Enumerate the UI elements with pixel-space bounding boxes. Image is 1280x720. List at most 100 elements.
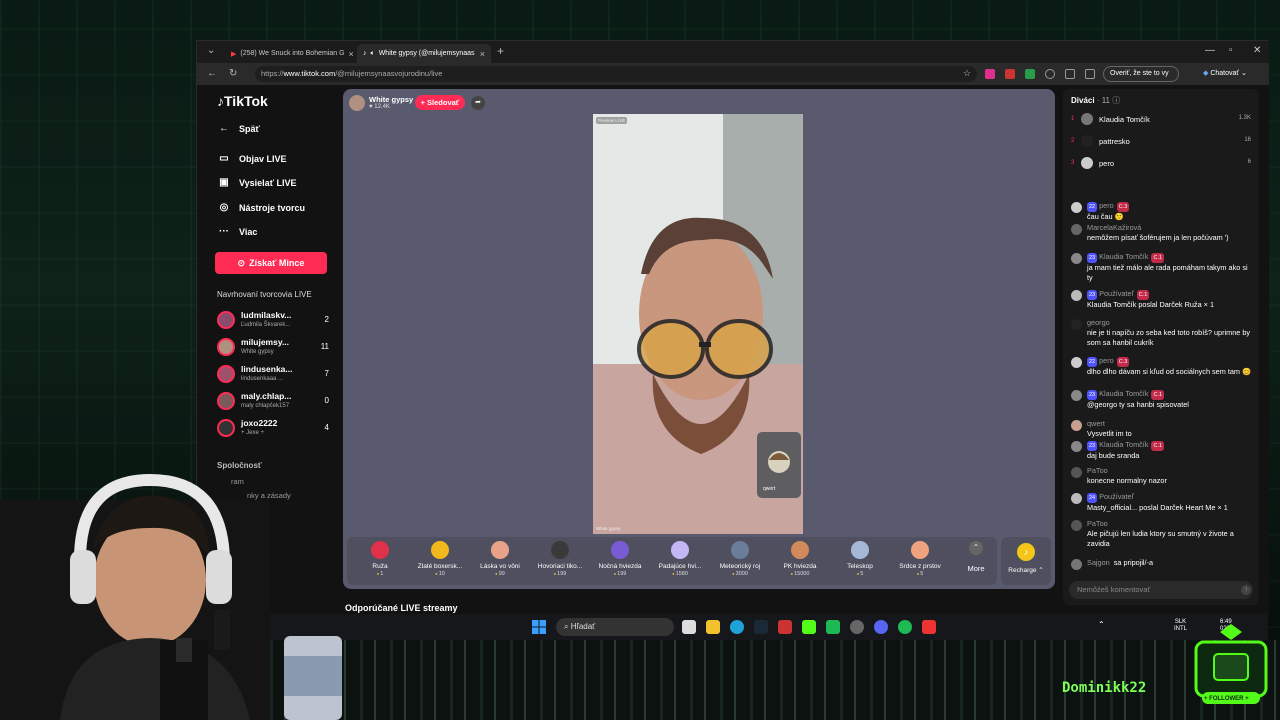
chat-username[interactable]: georgo	[1087, 318, 1110, 327]
app-icon[interactable]	[778, 620, 792, 634]
avatar[interactable]	[1071, 224, 1082, 235]
kick-icon[interactable]	[802, 620, 816, 634]
back-link[interactable]: ← Späť	[217, 123, 260, 134]
chat-username[interactable]: Používateľ	[1099, 289, 1134, 298]
suggested-creator[interactable]: lindusenka... lindusenkaaa ... 7	[217, 363, 329, 387]
url-field[interactable]: https://www.tiktok.com/@milujemsynaasvoj…	[255, 66, 977, 82]
chat-username[interactable]: pero	[1099, 356, 1114, 365]
language-indicator[interactable]: SLK INTL	[1174, 619, 1187, 633]
send-icon[interactable]: ↑	[1241, 585, 1251, 595]
gift-item[interactable]: Nočná hviezda199	[591, 541, 649, 583]
extension-icon[interactable]	[1005, 69, 1015, 79]
chat-username[interactable]: PaToo	[1087, 466, 1108, 475]
app-icon[interactable]	[826, 620, 840, 634]
extensions-icon[interactable]	[1065, 69, 1075, 79]
avatar[interactable]	[1071, 441, 1082, 452]
edge-icon[interactable]	[730, 620, 744, 634]
extension-icon[interactable]	[1025, 69, 1035, 79]
sidebar-item-discover-live[interactable]: ▭ Objav LIVE	[217, 153, 286, 164]
live-video[interactable]: Preview LIVE White gypsy qwert	[593, 114, 803, 534]
gift-item[interactable]: Teleskop5	[831, 541, 889, 583]
recharge-button[interactable]: ♪ Recharge ⌃	[1001, 537, 1051, 585]
avatar[interactable]	[1071, 319, 1082, 330]
get-coins-button[interactable]: ⊙ Získať Mince	[215, 252, 327, 274]
gift-item[interactable]: Srdce z prstov5	[891, 541, 949, 583]
windows-start-icon[interactable]	[532, 620, 546, 634]
maximize-button[interactable]: ▫	[1229, 45, 1233, 56]
copilot-chat-button[interactable]: ◆ Chatovať ⌄	[1203, 66, 1247, 77]
profile-verify-button[interactable]: Overiť, že ste to vy	[1103, 66, 1179, 82]
tiktok-logo[interactable]: ♪TikTok	[217, 93, 268, 109]
chat-username[interactable]: pero	[1099, 201, 1114, 210]
share-icon[interactable]: ➦	[471, 96, 485, 110]
sidebar-item-more[interactable]: ··· Viac	[217, 226, 257, 237]
chat-username[interactable]: qwert	[1087, 419, 1105, 428]
follow-button[interactable]: + Sledovať	[415, 95, 465, 110]
chat-username[interactable]: Sajgon	[1087, 558, 1110, 567]
suggested-creator[interactable]: maly.chlap... maly chlapček157 0	[217, 390, 329, 414]
guest-pip[interactable]: qwert	[757, 432, 801, 498]
sidebar-item-creator-tools[interactable]: ◎ Nástroje tvorcu	[217, 202, 305, 213]
gift-item[interactable]: Zlaté boxersk...10	[411, 541, 469, 583]
back-arrow-icon[interactable]: ←	[207, 68, 217, 79]
favorites-icon[interactable]	[1085, 69, 1095, 79]
avatar[interactable]	[1071, 520, 1082, 531]
taskbar-search[interactable]: ⌕ Hľadať	[556, 618, 674, 636]
top-viewer[interactable]: 2 pattresko 16	[1071, 135, 1251, 151]
close-icon[interactable]: ×	[349, 49, 353, 59]
chat-message: 22 pero C.3 dlho dlho dávam si kľud od soci…	[1071, 356, 1255, 377]
sidebar-item-go-live[interactable]: ▣ Vysielať LIVE	[217, 177, 296, 188]
obs-icon[interactable]	[850, 620, 864, 634]
steam-icon[interactable]	[754, 620, 768, 634]
extension-shield-icon[interactable]	[985, 69, 995, 79]
chat-username[interactable]: Používateľ	[1099, 492, 1134, 501]
chat-username[interactable]: Klaudia Tomčík	[1099, 389, 1148, 398]
gift-item[interactable]: Meteorický roj3000	[711, 541, 769, 583]
minimize-button[interactable]: —	[1205, 45, 1215, 56]
gift-item[interactable]: Padajúce hvi...1580	[651, 541, 709, 583]
avatar[interactable]	[1071, 202, 1082, 213]
file-explorer-icon[interactable]	[706, 620, 720, 634]
top-viewer[interactable]: 1 Klaudia Tomčík 1.3K	[1071, 113, 1251, 129]
suggested-creator[interactable]: milujemsy... White gypsy 11	[217, 336, 329, 360]
avatar[interactable]	[1071, 559, 1082, 570]
star-icon[interactable]: ☆	[963, 68, 971, 79]
avatar[interactable]	[1071, 253, 1082, 264]
avatar[interactable]	[1071, 493, 1082, 504]
chat-username[interactable]: Klaudia Tomčík	[1099, 252, 1148, 261]
close-icon[interactable]: ×	[480, 49, 485, 59]
host-avatar[interactable]	[349, 95, 365, 111]
new-tab-button[interactable]: +	[497, 44, 504, 58]
extension-icon[interactable]	[1045, 69, 1055, 79]
suggested-creator[interactable]: ludmilaskv... Ľudmila Škvarek... 2	[217, 309, 329, 333]
chat-username[interactable]: MarcelaKažirová	[1087, 223, 1141, 232]
more-icon: ···	[219, 226, 229, 237]
top-viewer[interactable]: 3 pero 6	[1071, 157, 1251, 173]
task-view-icon[interactable]	[682, 620, 696, 634]
app-icon[interactable]	[922, 620, 936, 634]
gift-item[interactable]: Láska vo vôni99	[471, 541, 529, 583]
spotify-icon[interactable]	[898, 620, 912, 634]
avatar[interactable]	[1071, 390, 1082, 401]
discord-icon[interactable]	[874, 620, 888, 634]
avatar[interactable]	[1071, 467, 1082, 478]
more-gifts-button[interactable]: ⌃ More	[961, 541, 991, 573]
avatar[interactable]	[1071, 357, 1082, 368]
avatar[interactable]	[1071, 420, 1082, 431]
speaker-icon[interactable]: 🔈︎	[371, 50, 375, 58]
suggested-creator[interactable]: joxo2222 + Jexe + 4	[217, 417, 329, 441]
chat-username[interactable]: PaToo	[1087, 519, 1108, 528]
gift-item[interactable]: PK hviezda15000	[771, 541, 829, 583]
gift-item[interactable]: Ruža1	[351, 541, 409, 583]
reload-icon[interactable]: ↻	[229, 68, 237, 79]
close-window-button[interactable]: ✕	[1253, 45, 1261, 56]
tab-youtube[interactable]: ▶ (258) We Snuck into Bohemian G ×	[225, 44, 353, 63]
avatar[interactable]	[1071, 290, 1082, 301]
tab-tiktok[interactable]: ♪ 🔈︎ White gypsy (@milujemsynaas ×	[357, 44, 491, 63]
tray-chevron-icon[interactable]: ⌃	[1098, 620, 1108, 634]
host-name[interactable]: White gypsy	[369, 95, 413, 104]
chat-username[interactable]: Klaudia Tomčík	[1099, 440, 1148, 449]
comment-input[interactable]: Nemôžeš komentovať	[1069, 581, 1253, 599]
tab-menu-icon[interactable]: ⌄	[207, 45, 215, 56]
gift-item[interactable]: Hovoriaci tiko...199	[531, 541, 589, 583]
